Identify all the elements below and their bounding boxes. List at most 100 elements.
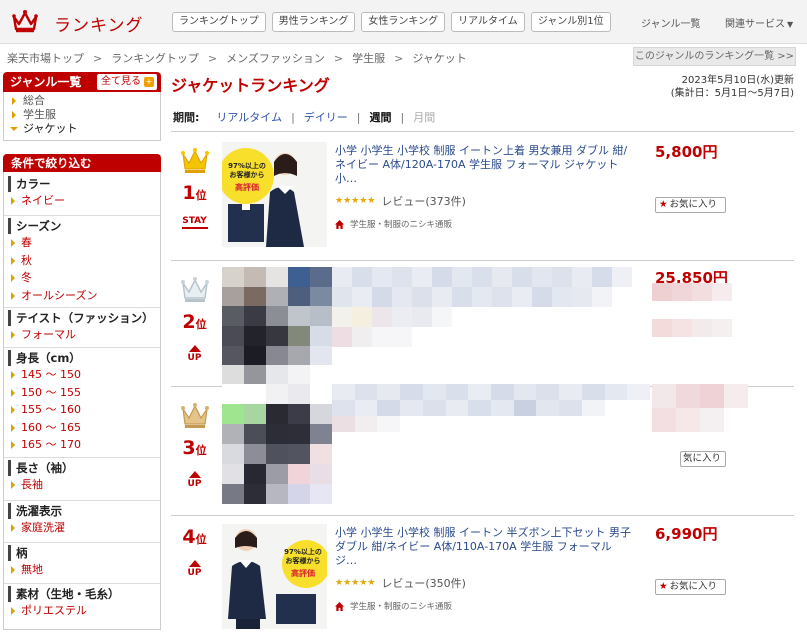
shop-name-link[interactable]: 学生服・制服のニシキ通販 — [350, 218, 452, 230]
rank-unit: 位 — [195, 533, 207, 546]
logo-text[interactable]: ランキング — [54, 11, 144, 36]
see-all-button[interactable]: 全て見る + — [97, 74, 157, 90]
genre-item-jacket: ジャケット — [4, 122, 160, 136]
filter-item[interactable]: フォーマル — [4, 326, 160, 344]
genre-list-header: ジャンル一覧 全て見る + — [3, 72, 161, 92]
rank-value: 1 — [182, 182, 196, 204]
pixelated-product-text — [332, 267, 632, 367]
breadcrumb-ranking-top[interactable]: ランキングトップ — [111, 50, 199, 66]
rank-unit: 位 — [195, 189, 207, 202]
crown-logo-icon[interactable] — [12, 9, 38, 33]
badge-highlight: 高評価 — [291, 569, 315, 578]
divider — [171, 515, 794, 516]
genre-item-school-uniform[interactable]: 学生服 — [4, 108, 160, 122]
pixelated-product-text — [332, 384, 650, 448]
up-arrow-icon — [188, 345, 201, 352]
breadcrumb-jacket: ジャケット — [412, 52, 467, 65]
filter-item[interactable]: 冬 — [4, 269, 160, 287]
breadcrumb-separator: > — [93, 51, 103, 65]
filter-group-taste: テイスト（ファッション） フォーマル — [4, 307, 160, 344]
pixelated-price — [652, 384, 748, 432]
filter-item[interactable]: 165 ～ 170 — [4, 436, 160, 454]
nav-tab-men-ranking[interactable]: 男性ランキング — [271, 12, 356, 32]
rank-4-block: 4位 UP — [171, 526, 218, 578]
filter-item[interactable]: 春 — [4, 234, 160, 252]
genre-sidebar: ジャンル一覧 全て見る + 総合 学生服 ジャケット — [3, 72, 161, 141]
filter-item[interactable]: 155 ～ 160 — [4, 401, 160, 419]
filter-title: 長さ（袖） — [8, 460, 160, 476]
breadcrumb-school-uniform[interactable]: 学生服 — [352, 50, 385, 66]
nav-tab-ranking-top[interactable]: ランキングトップ — [172, 12, 266, 32]
review-link[interactable]: レビュー(373件) — [381, 193, 466, 209]
related-services-menu[interactable]: 関連サービス ▼ — [725, 15, 793, 30]
rank-change-label: UP — [187, 479, 202, 489]
nav-tab-women-ranking[interactable]: 女性ランキング — [361, 12, 446, 32]
product-image[interactable]: 97%以上の お客様から 高評価 — [222, 142, 327, 247]
stay-underline — [181, 227, 208, 229]
filter-group-pattern: 柄 無地 — [4, 542, 160, 579]
pixelated-product-image — [222, 267, 332, 385]
filter-item[interactable]: 150 ～ 155 — [4, 384, 160, 402]
favorite-button[interactable]: ★ お気に入り — [655, 197, 726, 213]
rank-change-badge: UP — [171, 345, 218, 363]
filter-item[interactable]: 長袖 — [4, 476, 160, 494]
nav-tab-genre-first[interactable]: ジャンル別1位 — [530, 12, 611, 32]
review-link[interactable]: レビュー(350件) — [381, 575, 466, 591]
genre-ranking-list-button[interactable]: このジャンルのランキング一覧 >> — [633, 47, 796, 66]
period-weekly: 週間 — [369, 111, 392, 124]
product-title-link[interactable]: 小学 小学生 小学校 制服 イートン上着 男女兼用 ダブル 紺/ネイビー A体/… — [335, 144, 635, 186]
breadcrumb-rakuten-top[interactable]: 楽天市場トップ — [7, 50, 84, 66]
filter-item[interactable]: 無地 — [4, 561, 160, 579]
filter-item[interactable]: 秋 — [4, 252, 160, 270]
favorite-button[interactable]: ★ お気に入り — [655, 579, 726, 595]
plus-icon: + — [144, 77, 154, 87]
favorite-label: お気に入り — [669, 581, 718, 592]
chevron-down-icon: ▼ — [787, 20, 794, 29]
rank-value: 3 — [182, 437, 196, 459]
shop-house-icon — [335, 219, 344, 229]
up-arrow-icon — [188, 560, 201, 567]
favorite-button-partial[interactable]: 気に入り — [680, 451, 726, 467]
divider — [171, 131, 794, 132]
aggregation-period: (集計日：5月1日～5月7日) — [670, 88, 794, 99]
filter-item[interactable]: オールシーズン — [4, 287, 160, 305]
pixelated-product-image — [222, 384, 332, 504]
rank-unit: 位 — [195, 444, 207, 457]
filter-item[interactable]: ポリエステル — [4, 602, 160, 620]
period-realtime[interactable]: リアルタイム — [216, 109, 282, 125]
rank-value: 4 — [182, 526, 196, 548]
breadcrumb: 楽天市場トップ > ランキングトップ > メンズファッション > 学生服 > ジ… — [7, 50, 467, 66]
breadcrumb-separator: > — [394, 51, 404, 65]
filter-item[interactable]: 145 ～ 150 — [4, 366, 160, 384]
badge-highlight: 高評価 — [235, 183, 259, 192]
pixelated-price — [652, 283, 732, 355]
gold-crown-icon — [180, 148, 209, 173]
product-price: 6,990円 — [655, 525, 718, 543]
star-icon: ★ — [659, 199, 668, 210]
shop-name-link[interactable]: 学生服・制服のニシキ通販 — [350, 600, 452, 612]
nav-tab-realtime[interactable]: リアルタイム — [451, 12, 525, 32]
filter-title: 素材（生地・毛糸） — [8, 586, 160, 602]
filter-title: 身長（cm） — [8, 350, 160, 366]
divider — [171, 260, 794, 261]
period-daily[interactable]: デイリー — [304, 109, 348, 125]
genre-list-link[interactable]: ジャンル一覧 — [641, 15, 701, 30]
product-image[interactable]: 97%以上の お客様から 高評価 — [222, 524, 327, 629]
badge-line: お客様から — [229, 171, 265, 179]
rank-number: 1位 — [171, 182, 218, 207]
ranking-nav-tabs: ランキングトップ 男性ランキング 女性ランキング リアルタイム ジャンル別1位 — [172, 12, 611, 32]
breadcrumb-mens-fashion[interactable]: メンズファッション — [226, 50, 325, 66]
period-separator: | — [400, 110, 405, 124]
genre-list-title: ジャンル一覧 — [10, 75, 82, 89]
rank-number: 4位 — [171, 526, 218, 551]
rank-change-badge: UP — [171, 560, 218, 578]
rank-value: 2 — [182, 311, 196, 333]
genre-item-all[interactable]: 総合 — [4, 94, 160, 108]
filter-item[interactable]: 家庭洗濯 — [4, 519, 160, 537]
filter-title: 柄 — [8, 545, 160, 561]
period-selector: 期間: リアルタイム | デイリー | 週間 | 月間 — [173, 109, 435, 125]
filter-item[interactable]: 160 ～ 165 — [4, 419, 160, 437]
see-all-label: 全て見る — [101, 76, 141, 87]
filter-item[interactable]: ネイビー — [4, 192, 160, 210]
product-title-link[interactable]: 小学 小学生 小学校 制服 イートン 半ズボン上下セット 男子 ダブル 紺/ネイ… — [335, 526, 635, 568]
